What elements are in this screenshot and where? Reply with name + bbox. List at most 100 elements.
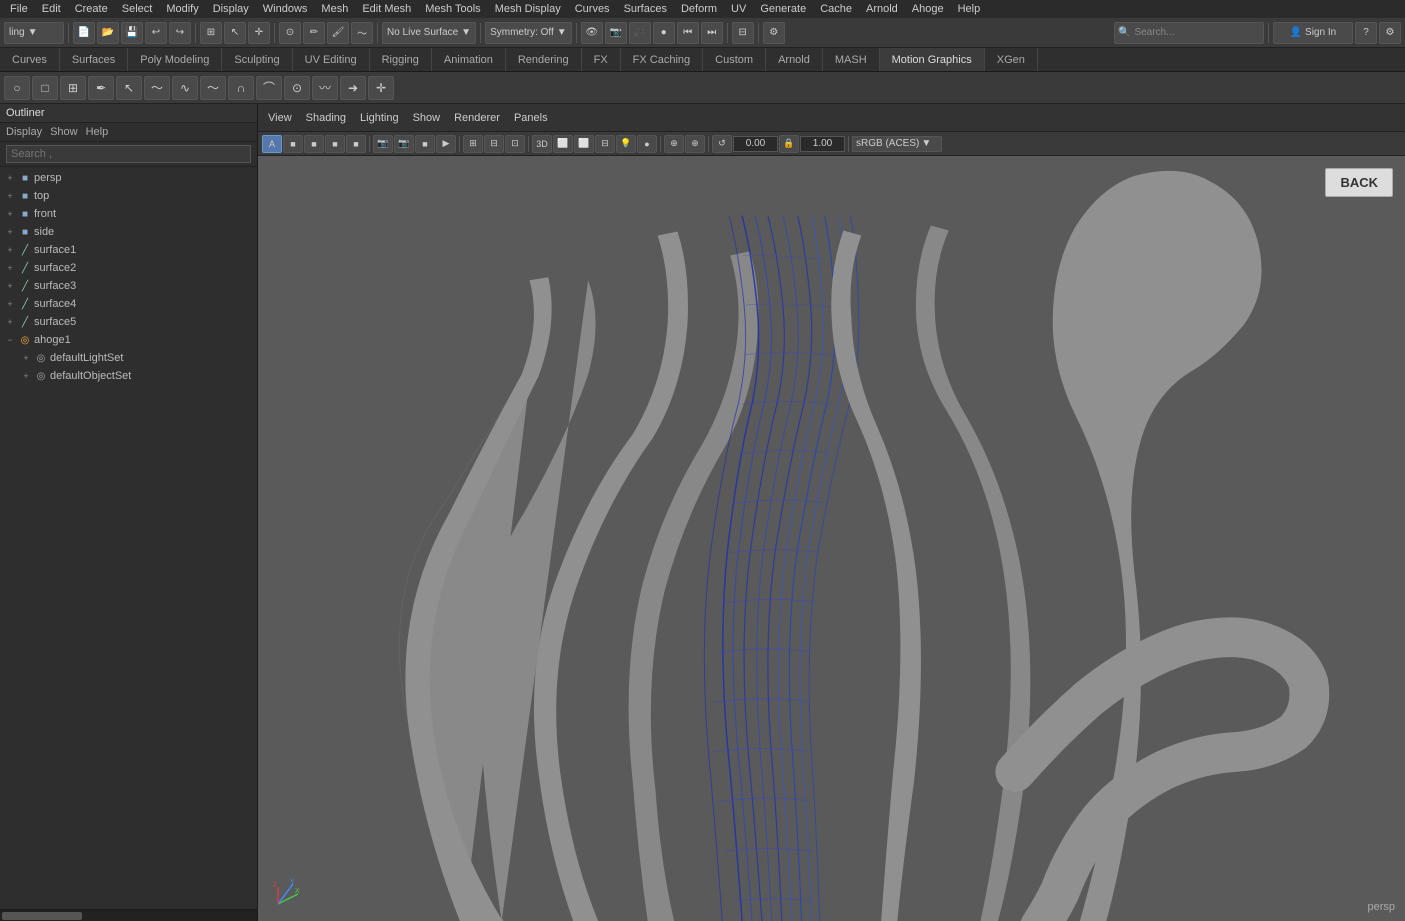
menu-help[interactable]: Help [952,2,987,16]
tool-select[interactable]: ↖ [116,76,142,100]
outliner-item-front[interactable]: + ■ front [0,205,257,223]
snap-grid-btn[interactable]: ⊞ [200,22,222,44]
vp-menu-show[interactable]: Show [407,110,447,126]
settings-icon-btn[interactable]: ⚙ [1379,22,1401,44]
tab-sculpting[interactable]: Sculpting [222,48,292,71]
tab-custom[interactable]: Custom [703,48,766,71]
outliner-item-defaultlightset[interactable]: + ◎ defaultLightSet [0,349,257,367]
live-surface-dropdown[interactable]: No Live Surface ▼ [382,22,476,44]
vi-btn3[interactable]: ■ [304,135,324,153]
help-icon-btn[interactable]: ? [1355,22,1377,44]
vp-menu-shading[interactable]: Shading [300,110,352,126]
menu-arnold[interactable]: Arnold [860,2,904,16]
outliner-item-surface1[interactable]: + ╱ surface1 [0,241,257,259]
vi-btn4[interactable]: ■ [325,135,345,153]
menu-cache[interactable]: Cache [814,2,858,16]
scroll-thumb[interactable] [2,912,82,920]
vi-grid-btn[interactable]: ⊞ [463,135,483,153]
vi-cam1[interactable]: 📷 [373,135,393,153]
redo-btn[interactable]: ↪ [169,22,191,44]
cam-btn2[interactable]: 📷 [605,22,627,44]
new-scene-btn[interactable]: 📄 [73,22,95,44]
tool-square[interactable]: □ [32,76,58,100]
vi-btn2[interactable]: ■ [283,135,303,153]
outliner-item-side[interactable]: + ■ side [0,223,257,241]
tab-mash[interactable]: MASH [823,48,880,71]
layout-dropdown[interactable]: ling ▼ [4,22,64,44]
cam-btn3[interactable]: 🎥 [629,22,651,44]
tab-rendering[interactable]: Rendering [506,48,582,71]
sculpt-btn[interactable]: 🖌 [327,22,349,44]
viewport[interactable]: View Shading Lighting Show Renderer Pane… [258,104,1405,921]
menu-select[interactable]: Select [116,2,159,16]
menu-mesh-tools[interactable]: Mesh Tools [419,2,486,16]
tab-arnold[interactable]: Arnold [766,48,823,71]
tool-plus[interactable]: ✛ [368,76,394,100]
vi-3d-btn[interactable]: 3D [532,135,552,153]
menu-mesh[interactable]: Mesh [315,2,354,16]
search-global-btn[interactable]: 🔍 Search... [1114,22,1264,44]
tab-rigging[interactable]: Rigging [370,48,432,71]
settings-btn[interactable]: ⚙ [763,22,785,44]
outliner-item-top[interactable]: + ■ top [0,187,257,205]
curve-btn[interactable]: 〜 [351,22,373,44]
lasso-btn[interactable]: ⊙ [279,22,301,44]
vp-menu-view[interactable]: View [262,110,298,126]
tool-arc[interactable]: ∩ [228,76,254,100]
playback-btn2[interactable]: ⏭ [701,22,723,44]
outliner-item-ahoge1[interactable]: − ◎ ahoge1 [0,331,257,349]
tab-poly-modeling[interactable]: Poly Modeling [128,48,222,71]
vi-mesh-btn[interactable]: ⊟ [484,135,504,153]
tab-fx[interactable]: FX [582,48,621,71]
menu-file[interactable]: File [4,2,34,16]
tool-mesh1[interactable]: ⊞ [60,76,86,100]
menu-curves[interactable]: Curves [569,2,616,16]
vi-colorprofile-dropdown[interactable]: sRGB (ACES) ▼ [852,136,942,152]
tool-arrow[interactable]: ➜ [340,76,366,100]
menu-edit[interactable]: Edit [36,2,67,16]
paint-btn[interactable]: ✏ [303,22,325,44]
vi-lock-btn[interactable]: 🔒 [779,135,799,153]
tab-fx-caching[interactable]: FX Caching [621,48,703,71]
vi-cube2-btn[interactable]: ⬜ [574,135,594,153]
grid-btn[interactable]: ⊟ [732,22,754,44]
tab-curves[interactable]: Curves [0,48,60,71]
outliner-item-surface4[interactable]: + ╱ surface4 [0,295,257,313]
tab-xgen[interactable]: XGen [985,48,1038,71]
outliner-item-surface3[interactable]: + ╱ surface3 [0,277,257,295]
menu-windows[interactable]: Windows [257,2,314,16]
viewport-canvas[interactable]: BACK persp X Y Z [258,156,1405,921]
outliner-help-menu[interactable]: Help [86,126,109,138]
move-tool-btn[interactable]: ✛ [248,22,270,44]
select-tool-btn[interactable]: ↖ [224,22,246,44]
outliner-item-persp[interactable]: + ■ persp [0,169,257,187]
tab-motion-graphics[interactable]: Motion Graphics [880,48,985,71]
vp-menu-renderer[interactable]: Renderer [448,110,506,126]
vi-uv-btn[interactable]: ⊡ [505,135,525,153]
signin-btn[interactable]: 👤 Sign In [1273,22,1353,44]
outliner-item-defaultobjectset[interactable]: + ◎ defaultObjectSet [0,367,257,385]
outliner-display-menu[interactable]: Display [6,126,42,138]
tab-uv-editing[interactable]: UV Editing [293,48,370,71]
vi-snap2-btn[interactable]: ⊕ [685,135,705,153]
outliner-item-surface2[interactable]: + ╱ surface2 [0,259,257,277]
render-btn[interactable]: ● [653,22,675,44]
tool-wave2[interactable]: ∿ [172,76,198,100]
menu-mesh-display[interactable]: Mesh Display [489,2,567,16]
vp-menu-lighting[interactable]: Lighting [354,110,405,126]
save-scene-btn[interactable]: 💾 [121,22,143,44]
vi-cam2[interactable]: 📷 [394,135,414,153]
tool-wave4[interactable]: 〰 [312,76,338,100]
outliner-hscroll[interactable] [0,909,257,921]
menu-deform[interactable]: Deform [675,2,723,16]
tool-curve1[interactable]: ⌒ [256,76,282,100]
tool-wave3[interactable]: 〜 [200,76,226,100]
tool-wave1[interactable]: 〜 [144,76,170,100]
vi-value1-input[interactable] [733,136,778,152]
tool-pen[interactable]: ✒ [88,76,114,100]
vi-cam4[interactable]: ▶ [436,135,456,153]
vi-sphere-btn[interactable]: ● [637,135,657,153]
menu-display[interactable]: Display [207,2,255,16]
vi-light-btn[interactable]: 💡 [616,135,636,153]
vi-snap-btn[interactable]: ⊕ [664,135,684,153]
